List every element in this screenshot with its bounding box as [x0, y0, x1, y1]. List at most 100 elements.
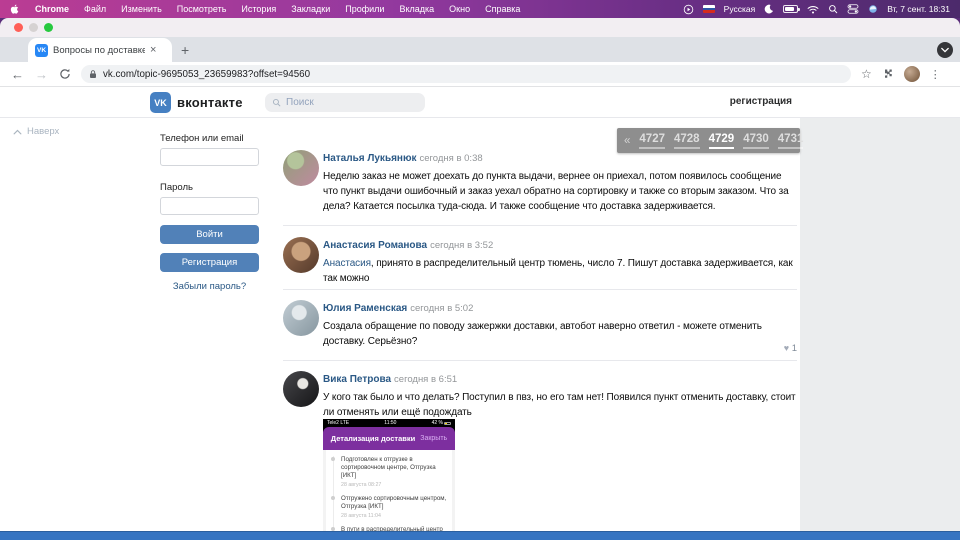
menu-view[interactable]: Посмотреть: [177, 4, 227, 14]
post-timestamp: сегодня в 3:52: [430, 240, 493, 251]
pagination-page-4728[interactable]: 4728: [674, 132, 700, 149]
post-timestamp: сегодня в 0:38: [420, 153, 483, 164]
phone-label: Телефон или email: [160, 133, 244, 144]
password-label: Пароль: [160, 182, 193, 193]
pagination-page-4727[interactable]: 4727: [639, 132, 665, 149]
post-3: Юлия Раменскаясегодня в 5:02 Создала обр…: [283, 298, 797, 349]
zoom-window-button[interactable]: [44, 23, 53, 32]
post-1: Наталья Лукьянюксегодня в 0:38 Неделю за…: [283, 148, 797, 214]
phone-battery: 42 %: [432, 420, 451, 426]
delivery-modal-title: Детализация доставки: [331, 434, 415, 443]
menu-window[interactable]: Окно: [449, 4, 470, 14]
avatar[interactable]: [283, 150, 319, 186]
reload-button[interactable]: [59, 68, 71, 80]
post-author-link[interactable]: Вика Петрова: [323, 374, 391, 385]
timeline-item-date: 28 августа 08:27: [341, 482, 448, 488]
tab-strip: VK Вопросы по доставке | WILDE × +: [0, 37, 960, 62]
menu-chrome[interactable]: Chrome: [35, 4, 69, 14]
phone-clock: 11:50: [384, 420, 396, 426]
address-bar[interactable]: vk.com/topic-9695053_23659983?offset=945…: [81, 65, 851, 83]
menu-profiles[interactable]: Профили: [345, 4, 384, 14]
pagination-page-4730[interactable]: 4730: [743, 132, 769, 149]
avatar[interactable]: [283, 300, 319, 336]
browser-toolbar: ← → vk.com/topic-9695053_23659983?offset…: [0, 62, 960, 87]
menu-help[interactable]: Справка: [485, 4, 520, 14]
vk-search-input[interactable]: Поиск: [265, 93, 425, 112]
vk-logo-text[interactable]: вконтакте: [177, 95, 243, 110]
chevron-up-icon: [13, 129, 22, 135]
post-text: Анастасия, принято в распределительный ц…: [323, 256, 797, 286]
wifi-icon[interactable]: [807, 5, 819, 14]
battery-icon[interactable]: [783, 5, 798, 13]
forward-button[interactable]: →: [35, 67, 48, 82]
new-tab-button[interactable]: +: [181, 42, 189, 58]
tab-title: Вопросы по доставке | WILDE: [53, 45, 145, 56]
bookmark-star-icon[interactable]: ☆: [861, 67, 872, 81]
menu-tab[interactable]: Вкладка: [399, 4, 434, 14]
weather-icon[interactable]: [868, 4, 878, 14]
menu-bookmarks[interactable]: Закладки: [291, 4, 330, 14]
login-button[interactable]: Войти: [160, 225, 259, 244]
likes-count: 1: [792, 343, 797, 354]
delivery-modal-close: Закрыть: [420, 435, 447, 442]
post-text: Создала обращение по поводу зажержки дос…: [323, 319, 797, 349]
url-text: vk.com/topic-9695053_23659983?offset=945…: [103, 69, 310, 80]
menu-file[interactable]: Файл: [84, 4, 106, 14]
page-right-gutter: [800, 118, 960, 540]
browser-menu-icon[interactable]: ⋮: [930, 68, 941, 81]
avatar[interactable]: [283, 371, 319, 407]
extensions-icon[interactable]: [882, 68, 894, 80]
language-label[interactable]: Русская: [724, 4, 756, 14]
moon-icon[interactable]: [764, 4, 774, 14]
control-center-icon[interactable]: [847, 4, 859, 14]
post-4: Вика Петровасегодня в 6:51 У кого так бы…: [283, 369, 797, 420]
timeline-item-text: Подготовлен к отгрузке в сортировочном ц…: [341, 456, 448, 480]
phone-input[interactable]: [160, 148, 259, 166]
attachment-screenshot[interactable]: Tele2 LTE 11:50 42 % Детализация доставк…: [323, 419, 455, 540]
post-timestamp: сегодня в 5:02: [410, 303, 473, 314]
likes-counter[interactable]: ♥ 1: [763, 343, 797, 354]
forgot-password-link[interactable]: Забыли пароль?: [160, 281, 259, 292]
minimize-window-button[interactable]: [29, 23, 38, 32]
bottom-blue-bar: [0, 531, 960, 540]
menu-history[interactable]: История: [241, 4, 276, 14]
avatar[interactable]: [283, 237, 319, 273]
back-to-top-link[interactable]: Наверх: [13, 126, 59, 137]
post-text: Неделю заказ не может доехать до пункта …: [323, 169, 797, 214]
screen: Chrome Файл Изменить Посмотреть История …: [0, 0, 960, 540]
timeline-item-date: 28 августа 11:04: [341, 513, 448, 519]
pagination-prev[interactable]: «: [624, 135, 630, 147]
menu-edit[interactable]: Изменить: [121, 4, 162, 14]
timeline-item: Отгружено сортировочным центром, Отгрузк…: [341, 495, 448, 519]
close-window-button[interactable]: [14, 23, 23, 32]
post-timestamp: сегодня в 6:51: [394, 374, 457, 385]
post-author-link[interactable]: Юлия Раменская: [323, 303, 407, 314]
phone-status-bar: Tele2 LTE 11:50 42 %: [323, 419, 455, 427]
profile-avatar[interactable]: [904, 66, 920, 82]
apple-icon[interactable]: [10, 3, 20, 15]
password-input[interactable]: [160, 197, 259, 215]
post-author-link[interactable]: Анастасия Романова: [323, 240, 427, 251]
language-flag-icon[interactable]: [703, 5, 715, 13]
register-button[interactable]: Регистрация: [160, 253, 259, 272]
lock-icon: [89, 69, 97, 79]
vk-logo-icon[interactable]: VK: [150, 92, 171, 113]
vk-body: Наверх Телефон или email Пароль Войти Ре…: [0, 118, 960, 540]
pagination-page-current[interactable]: 4729: [709, 132, 735, 149]
mention-link[interactable]: Анастасия: [323, 258, 371, 269]
menubar-clock[interactable]: Вт, 7 сент. 18:31: [887, 4, 950, 14]
search-icon: [272, 98, 281, 107]
macos-menubar: Chrome Файл Изменить Посмотреть История …: [0, 0, 960, 18]
pagination-page-4731[interactable]: 4731: [778, 132, 804, 149]
timeline-item: Подготовлен к отгрузке в сортировочном ц…: [341, 456, 448, 488]
spotlight-search-icon[interactable]: [828, 4, 838, 14]
post-author-link[interactable]: Наталья Лукьянюк: [323, 153, 417, 164]
media-play-icon[interactable]: [683, 4, 694, 15]
tab-search-button[interactable]: [937, 42, 953, 58]
back-button[interactable]: ←: [11, 67, 24, 82]
browser-tab[interactable]: VK Вопросы по доставке | WILDE ×: [28, 38, 172, 62]
tab-close-icon[interactable]: ×: [150, 45, 156, 56]
registration-link[interactable]: регистрация: [730, 96, 792, 107]
post-text-rest: , принято в распределительный центр тюме…: [323, 258, 793, 284]
post-divider: [283, 289, 797, 290]
